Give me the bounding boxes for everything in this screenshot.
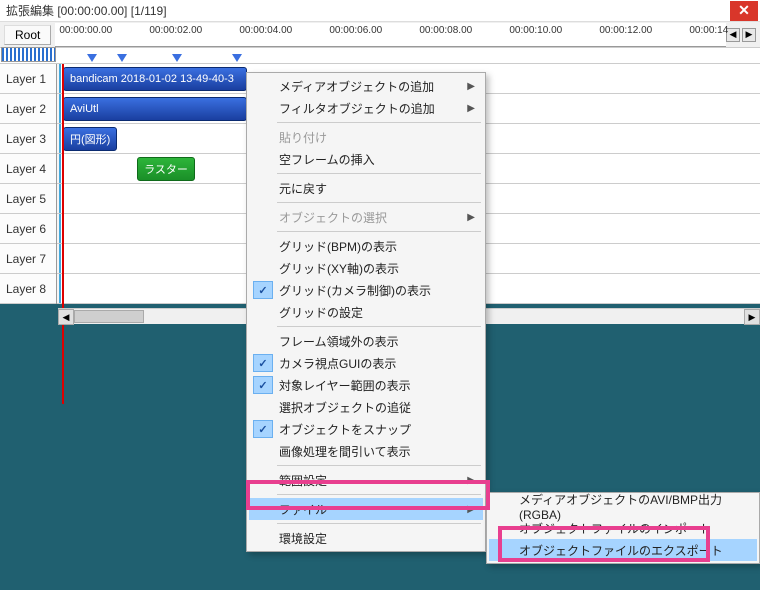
check-icon: ✓ [253,281,273,299]
tick: 00:00:08.00 [419,25,472,36]
chevron-right-icon: ▶ [467,504,475,515]
menu-snap[interactable]: ✓オブジェクトをスナップ [249,418,483,440]
tick: 00:00:04.00 [239,25,292,36]
chevron-right-icon: ▶ [467,103,475,114]
menu-separator [277,202,481,203]
marker-icon[interactable] [117,54,127,62]
marker-icon[interactable] [172,54,182,62]
menu-range-set[interactable]: 範囲設定▶ [249,469,483,491]
menu-select-obj[interactable]: オブジェクトの選択▶ [249,206,483,228]
menu-separator [277,465,481,466]
clip-shape[interactable]: 円(図形) [63,127,117,151]
tick: 00:00:14 [689,25,728,36]
layer-label[interactable]: Layer 5 [0,184,56,214]
menu-grid-settings[interactable]: グリッドの設定 [249,301,483,323]
menu-separator [277,122,481,123]
playhead[interactable] [62,64,64,404]
file-submenu: メディアオブジェクトのAVI/BMP出力(RGBA) オブジェクトファイルのイン… [486,492,760,564]
root-button[interactable]: Root [4,25,51,45]
window-title: 拡張編集 [00:00:00.00] [1/119] [6,2,730,19]
clip-filter[interactable]: ラスター [137,157,195,181]
menu-insert-empty[interactable]: 空フレームの挿入 [249,148,483,170]
marker-icon[interactable] [87,54,97,62]
menu-grid-bpm[interactable]: グリッド(BPM)の表示 [249,235,483,257]
nav-next[interactable]: ▶ [742,28,756,42]
marker-icon[interactable] [232,54,242,62]
menu-add-filter[interactable]: フィルタオブジェクトの追加▶ [249,97,483,119]
check-icon: ✓ [253,420,273,438]
menu-separator [277,231,481,232]
ruler-strip-icon [1,47,56,62]
layer-label[interactable]: Layer 3 [0,124,56,154]
menu-thin-image[interactable]: 画像処理を間引いて表示 [249,440,483,462]
menu-paste[interactable]: 貼り付け [249,126,483,148]
chevron-right-icon: ▶ [467,475,475,486]
tick: 00:00:06.00 [329,25,382,36]
menu-separator [277,494,481,495]
tick: 00:00:02.00 [149,25,202,36]
layer-label[interactable]: Layer 1 [0,64,56,94]
menu-separator [277,173,481,174]
menu-grid-xy[interactable]: グリッド(XY軸)の表示 [249,257,483,279]
menu-separator [277,326,481,327]
timeline-ruler[interactable]: 00:00:00.00 00:00:02.00 00:00:04.00 00:0… [55,23,726,47]
tick: 00:00:10.00 [509,25,562,36]
scroll-left-icon[interactable]: ◀ [58,309,74,325]
layer-labels: Layer 1 Layer 2 Layer 3 Layer 4 Layer 5 … [0,64,57,304]
tick: 00:00:00.00 [59,25,112,36]
menu-add-media[interactable]: メディアオブジェクトの追加▶ [249,75,483,97]
layer-label[interactable]: Layer 4 [0,154,56,184]
menu-separator [277,523,481,524]
menu-follow-sel[interactable]: 選択オブジェクトの追従 [249,396,483,418]
clip-media[interactable]: AviUtl [63,97,247,121]
tick: 00:00:12.00 [599,25,652,36]
clip-media[interactable]: bandicam 2018-01-02 13-49-40-3 [63,67,247,91]
layer-label[interactable]: Layer 7 [0,244,56,274]
close-button[interactable]: ✕ [730,1,758,21]
chevron-right-icon: ▶ [467,212,475,223]
menu-undo[interactable]: 元に戻す [249,177,483,199]
toolbar: Root 00:00:00.00 00:00:02.00 00:00:04.00… [0,22,760,48]
menu-frame-out[interactable]: フレーム領域外の表示 [249,330,483,352]
menu-import[interactable]: オブジェクトファイルのインポート [489,517,757,539]
layer-label[interactable]: Layer 8 [0,274,56,304]
scroll-right-icon[interactable]: ▶ [744,309,760,325]
layer-label[interactable]: Layer 6 [0,214,56,244]
menu-file[interactable]: ファイル▶ [249,498,483,520]
menu-grid-cam[interactable]: ✓グリッド(カメラ制御)の表示 [249,279,483,301]
menu-avi-bmp[interactable]: メディアオブジェクトのAVI/BMP出力(RGBA) [489,495,757,517]
check-icon: ✓ [253,376,273,394]
check-icon: ✓ [253,354,273,372]
titlebar: 拡張編集 [00:00:00.00] [1/119] ✕ [0,0,760,22]
chevron-right-icon: ▶ [467,81,475,92]
menu-layer-range[interactable]: ✓対象レイヤー範囲の表示 [249,374,483,396]
menu-camera-gui[interactable]: ✓カメラ視点GUIの表示 [249,352,483,374]
layer-label[interactable]: Layer 2 [0,94,56,124]
scroll-thumb[interactable] [74,310,144,323]
menu-export[interactable]: オブジェクトファイルのエクスポート [489,539,757,561]
menu-env[interactable]: 環境設定 [249,527,483,549]
context-menu: メディアオブジェクトの追加▶ フィルタオブジェクトの追加▶ 貼り付け 空フレーム… [246,72,486,552]
